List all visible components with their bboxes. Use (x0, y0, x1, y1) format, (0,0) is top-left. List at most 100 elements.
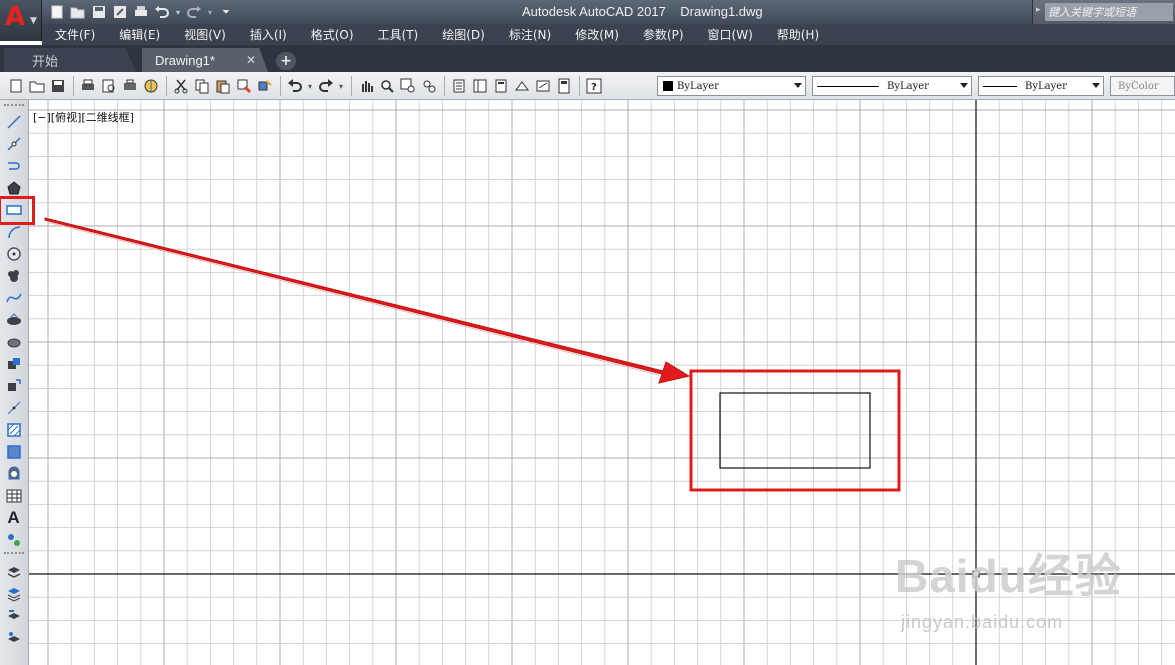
tab-start[interactable]: 开始 (4, 48, 136, 72)
gradient-tool-icon[interactable] (4, 442, 23, 461)
sheet-set-icon[interactable] (512, 76, 531, 96)
chevron-down-icon (960, 83, 968, 88)
redo-icon[interactable] (316, 76, 335, 96)
undo-dropdown-icon[interactable]: ▾ (306, 76, 314, 96)
color-dropdown[interactable]: ByLayer (657, 76, 806, 96)
zoom-realtime-icon[interactable] (377, 76, 396, 96)
design-center-palette-icon[interactable] (470, 76, 489, 96)
add-selected-icon[interactable] (4, 530, 23, 549)
help-icon[interactable]: ? (584, 76, 603, 96)
print-icon[interactable] (132, 3, 150, 21)
menu-edit[interactable]: 编辑(E) (107, 26, 172, 43)
properties-icon[interactable] (449, 76, 468, 96)
insert-block-icon[interactable] (4, 354, 23, 373)
undo-icon[interactable] (153, 3, 171, 21)
markup-icon[interactable] (533, 76, 552, 96)
save-icon[interactable] (90, 3, 108, 21)
drawing-canvas[interactable]: [−][俯视][二维线框] Baidu经验 jingyan.baidu.com (29, 100, 1175, 665)
draw-toolbar: A (0, 100, 29, 665)
menu-help[interactable]: 帮助(H) (765, 26, 831, 43)
menu-modify[interactable]: 修改(M) (563, 26, 631, 43)
copy-icon[interactable] (192, 76, 211, 96)
block-editor-icon[interactable] (255, 76, 274, 96)
ellipse-tool-icon[interactable] (4, 310, 23, 329)
layer-previous-icon[interactable] (4, 606, 23, 625)
plot-preview-icon[interactable] (99, 76, 118, 96)
tool-palettes-icon[interactable] (491, 76, 510, 96)
menu-parametric[interactable]: 参数(P) (631, 26, 696, 43)
zoom-previous-icon[interactable] (419, 76, 438, 96)
circle-tool-icon[interactable] (4, 244, 23, 263)
point-tool-icon[interactable] (4, 398, 23, 417)
lineweight-preview (983, 85, 1017, 87)
new-icon[interactable] (48, 3, 66, 21)
linetype-preview (817, 85, 879, 87)
autocad-logo-icon: A (5, 2, 26, 32)
lineweight-dropdown[interactable]: ByLayer (978, 76, 1104, 96)
menu-tools[interactable]: 工具(T) (366, 26, 431, 43)
menu-bar: 文件(F) 编辑(E) 视图(V) 插入(I) 格式(O) 工具(T) 绘图(D… (42, 24, 1175, 45)
menu-insert[interactable]: 插入(I) (238, 26, 299, 43)
publish-icon[interactable] (120, 76, 139, 96)
chevron-down-icon (1092, 83, 1100, 88)
menu-draw[interactable]: 绘图(D) (430, 26, 497, 43)
toolbar-grip[interactable] (4, 104, 24, 110)
toolbar-separator (166, 76, 167, 96)
drawn-rectangle (719, 392, 871, 469)
polygon-tool-icon[interactable] (4, 178, 23, 197)
design-center-icon[interactable] (141, 76, 160, 96)
calculator-icon[interactable] (554, 76, 573, 96)
layer-tool-icon[interactable] (4, 562, 23, 581)
zoom-window-icon[interactable] (398, 76, 417, 96)
search-input[interactable] (1045, 3, 1173, 21)
open-icon[interactable] (27, 76, 46, 96)
toolbar-grip[interactable] (4, 552, 24, 558)
tab-drawing1-label: Drawing1* (155, 52, 215, 68)
ellipse-arc-icon[interactable] (4, 332, 23, 351)
new-icon[interactable] (6, 76, 25, 96)
plot-icon[interactable] (78, 76, 97, 96)
paste-icon[interactable] (213, 76, 232, 96)
revision-cloud-icon[interactable] (4, 266, 23, 285)
make-block-icon[interactable] (4, 376, 23, 395)
chevron-down-icon (794, 83, 802, 88)
new-tab-button[interactable]: + (276, 52, 296, 70)
construction-line-icon[interactable] (4, 134, 23, 153)
tab-drawing1[interactable]: Drawing1* ✕ (142, 48, 268, 72)
baidu-watermark: Baidu经验 jingyan.baidu.com (895, 540, 1175, 650)
hatch-tool-icon[interactable] (4, 420, 23, 439)
menu-window[interactable]: 窗口(W) (696, 26, 765, 43)
redo-dropdown-icon[interactable]: ▾ (206, 3, 214, 21)
cut-icon[interactable] (171, 76, 190, 96)
polyline-tool-icon[interactable] (4, 156, 23, 175)
undo-icon[interactable] (285, 76, 304, 96)
redo-dropdown-icon[interactable]: ▾ (337, 76, 345, 96)
save-icon[interactable] (48, 76, 67, 96)
open-icon[interactable] (69, 3, 87, 21)
menu-file[interactable]: 文件(F) (42, 26, 107, 43)
plotstyle-dropdown: ByColor (1110, 76, 1175, 96)
redo-icon[interactable] (185, 3, 203, 21)
plotstyle-value: ByColor (1118, 80, 1159, 92)
multiline-text-tool[interactable]: A (4, 508, 23, 527)
title-bar: ▾ ▾ ⏷ Autodesk AutoCAD 2017 Drawing1.dwg… (0, 0, 1175, 24)
menu-format[interactable]: 格式(O) (299, 26, 366, 43)
region-tool-icon[interactable] (4, 464, 23, 483)
match-properties-icon[interactable] (234, 76, 253, 96)
line-tool-icon[interactable] (4, 112, 23, 131)
close-icon[interactable]: ✕ (246, 53, 256, 67)
menu-view[interactable]: 视图(V) (172, 26, 238, 43)
menu-dimension[interactable]: 标注(N) (497, 26, 563, 43)
save-as-icon[interactable] (111, 3, 129, 21)
application-menu-button[interactable]: A ▼ (0, 0, 42, 41)
arrow-highlight-line (46, 221, 660, 376)
layer-isolate-icon[interactable] (4, 628, 23, 647)
linetype-dropdown[interactable]: ByLayer (812, 76, 972, 96)
spline-tool-icon[interactable] (4, 288, 23, 307)
pan-icon[interactable] (356, 76, 375, 96)
customize-qat-icon[interactable]: ⏷ (217, 3, 235, 21)
lineweight-value: ByLayer (1025, 80, 1067, 92)
table-tool-icon[interactable] (4, 486, 23, 505)
undo-dropdown-icon[interactable]: ▾ (174, 3, 182, 21)
layer-states-icon[interactable] (4, 584, 23, 603)
